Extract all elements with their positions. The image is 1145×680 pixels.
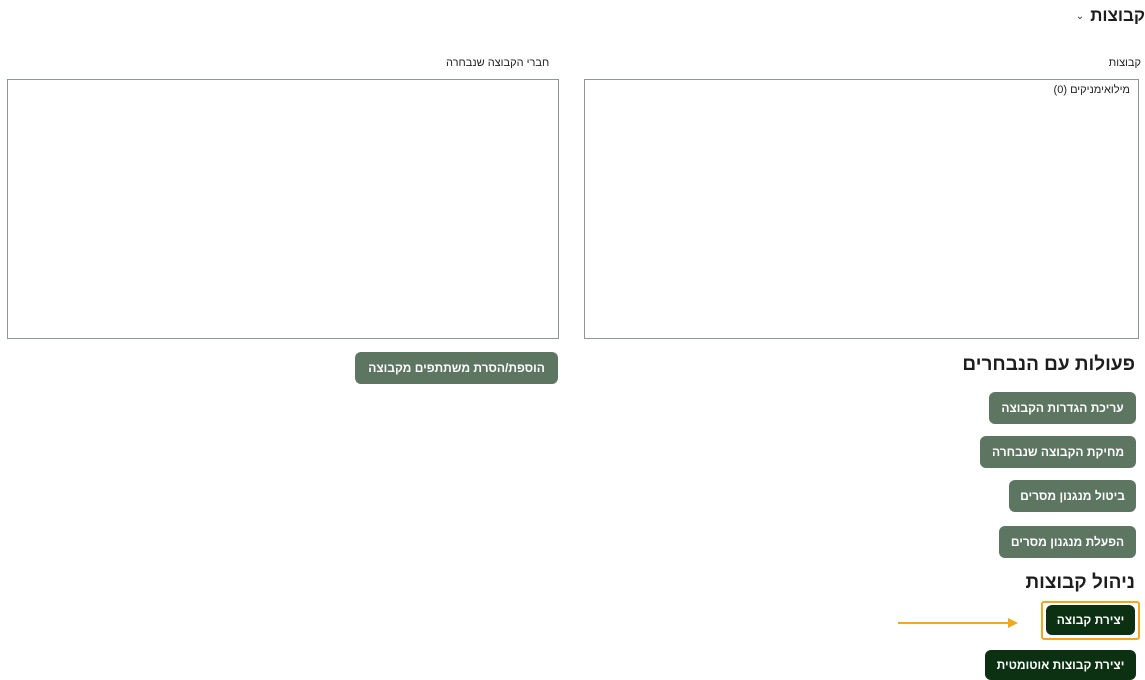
group-option[interactable]: מילואימניקים (0) bbox=[585, 80, 1138, 100]
add-remove-members-button[interactable]: הוספת/הסרת משתתפים מקבוצה bbox=[355, 352, 558, 384]
groups-listbox[interactable]: מילואימניקים (0) bbox=[584, 79, 1139, 339]
disable-messaging-button[interactable]: ביטול מנגנון מסרים bbox=[1009, 480, 1136, 512]
groups-section-header[interactable]: קבוצות ⌄ bbox=[1076, 6, 1145, 26]
arrow-line bbox=[898, 622, 1010, 624]
groups-section-title: קבוצות bbox=[1090, 6, 1145, 25]
create-group-button[interactable]: יצירת קבוצה bbox=[1046, 605, 1135, 635]
groups-list-label: קבוצות bbox=[1108, 57, 1141, 69]
auto-create-groups-button[interactable]: יצירת קבוצות אוטומטית bbox=[985, 650, 1136, 680]
arrow-right-icon bbox=[1008, 618, 1018, 628]
members-list-label: חברי הקבוצה שנבחרה bbox=[446, 57, 550, 69]
selected-actions-heading: פעולות עם הנבחרים bbox=[962, 354, 1135, 375]
chevron-down-icon[interactable]: ⌄ bbox=[1076, 11, 1084, 22]
edit-group-settings-button[interactable]: עריכת הגדרות הקבוצה bbox=[989, 392, 1136, 424]
enable-messaging-button[interactable]: הפעלת מנגנון מסרים bbox=[999, 526, 1136, 558]
members-listbox[interactable] bbox=[7, 79, 559, 339]
delete-group-button[interactable]: מחיקת הקבוצה שנבחרה bbox=[980, 436, 1136, 468]
manage-groups-heading: ניהול קבוצות bbox=[1025, 572, 1135, 593]
